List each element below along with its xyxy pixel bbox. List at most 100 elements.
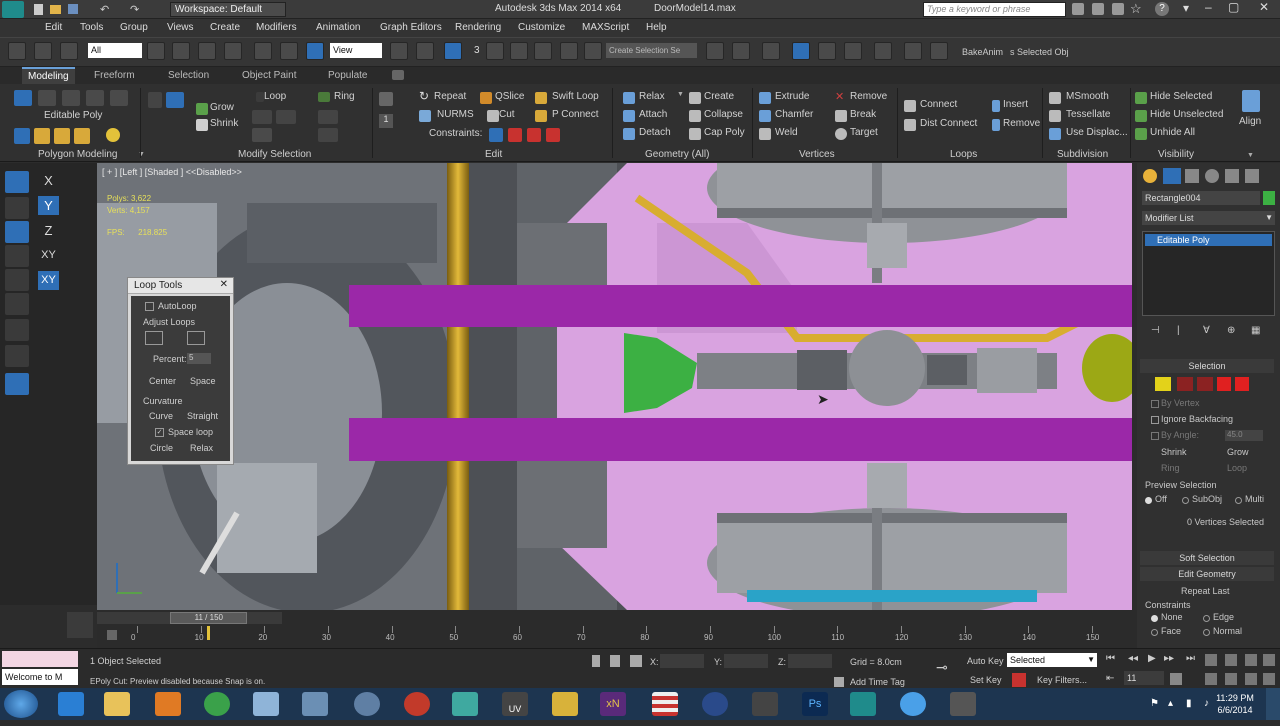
schematic-view-icon[interactable] (844, 42, 862, 60)
zoom-icon[interactable] (1205, 654, 1217, 666)
previous-frame-icon[interactable]: ◂◂ (1128, 653, 1138, 664)
stack-up-icon[interactable] (34, 128, 50, 144)
snap-endpoint-icon[interactable] (5, 319, 29, 341)
select-object-icon[interactable] (147, 42, 165, 60)
shrink-sel-button[interactable]: Shrink (1161, 447, 1187, 457)
object-color-swatch[interactable] (1263, 191, 1275, 205)
time-tag-icon[interactable] (834, 677, 844, 687)
undo-icon[interactable]: ↶ (100, 3, 109, 16)
straight-button[interactable]: Straight (187, 411, 218, 421)
repeat-last-button[interactable]: Repeat Last (1181, 586, 1230, 596)
y-coord-input[interactable] (724, 654, 768, 668)
zoom-extents-all-icon[interactable] (1263, 654, 1275, 666)
create-button[interactable]: Create (704, 91, 734, 102)
show-desktop-button[interactable] (1266, 688, 1280, 720)
unhide-all-button[interactable]: Unhide All (1150, 127, 1195, 138)
windows-start-icon[interactable] (4, 690, 38, 718)
menu-tools[interactable]: Tools (80, 22, 103, 33)
preserve-uvs-icon[interactable] (379, 92, 393, 106)
go-to-start-icon[interactable]: ⏮ (1106, 653, 1115, 664)
cut-button[interactable]: Cut (499, 109, 515, 120)
subscription-icon[interactable] (1092, 3, 1104, 15)
percent-input[interactable]: 5 (187, 353, 211, 364)
menu-customize[interactable]: Customize (518, 22, 565, 33)
time-config-icon[interactable] (1170, 673, 1182, 685)
zoom-all-icon[interactable] (1225, 654, 1237, 666)
menu-modifiers[interactable]: Modifiers (256, 22, 297, 33)
loops-group-label[interactable]: Loops (950, 149, 977, 160)
add-time-tag-button[interactable]: Add Time Tag (850, 677, 905, 687)
weld-button[interactable]: Weld (775, 127, 798, 138)
ring-sel-button[interactable]: Ring (1161, 463, 1180, 473)
constraint-edge-radio[interactable] (1203, 615, 1210, 622)
edit-group-label[interactable]: Edit (485, 149, 502, 160)
window-crossing-icon[interactable] (224, 42, 242, 60)
constraint-none-radio[interactable] (1151, 615, 1158, 622)
menu-graph-editors[interactable]: Graph Editors (380, 22, 442, 33)
play-icon[interactable]: ▶ (1148, 653, 1156, 664)
help-icon[interactable]: ? (1155, 2, 1169, 16)
layer-manager-icon[interactable] (762, 42, 780, 60)
loop-right-button[interactable] (187, 331, 205, 345)
qslice-button[interactable]: QSlice (495, 91, 524, 102)
reference-coord-dropdown[interactable]: View (330, 43, 382, 58)
key-filters-button[interactable]: Key Filters... (1037, 675, 1087, 685)
open-icon[interactable] (50, 5, 61, 14)
curve-button[interactable]: Curve (149, 411, 173, 421)
show-end-result-icon[interactable] (74, 128, 90, 144)
extrude-button[interactable]: Extrude (775, 91, 809, 102)
auto-key-button[interactable]: Auto Key (967, 656, 1004, 666)
itunes-icon[interactable] (900, 692, 926, 716)
remove-modifier-icon[interactable]: ⊕ (1227, 325, 1235, 336)
edge-sel-icon[interactable] (1177, 377, 1193, 391)
polygon-modeling-group-label[interactable]: Polygon Modeling (38, 149, 118, 160)
firefox-icon[interactable] (404, 692, 430, 716)
minimize-window-button[interactable]: – (1205, 0, 1212, 14)
tab-populate[interactable]: Populate (328, 70, 367, 81)
snap-pivot-icon[interactable] (5, 245, 29, 267)
motion-tab-icon[interactable] (1205, 169, 1219, 183)
shrink-icon[interactable] (196, 119, 208, 131)
nurms-button[interactable]: NURMS (437, 109, 474, 120)
lock-selection-icon[interactable] (610, 655, 620, 667)
maxscript-listener-top[interactable] (2, 651, 78, 667)
modify-mode-icon[interactable] (106, 128, 120, 142)
edit-spinner[interactable]: 1 (379, 114, 393, 128)
dist-connect-button[interactable]: Dist Connect (920, 118, 977, 129)
select-by-name-icon[interactable] (172, 42, 190, 60)
by-angle-checkbox[interactable] (1151, 432, 1159, 440)
minimize-icon[interactable]: ▾ (1183, 1, 1189, 15)
manipulate-icon[interactable] (416, 42, 434, 60)
viewport-scene[interactable] (97, 163, 1132, 610)
modifier-list-dropdown[interactable]: Modifier List ▼ (1142, 211, 1275, 225)
hierarchy-tab-icon[interactable] (1185, 169, 1199, 183)
menu-edit[interactable]: Edit (45, 22, 62, 33)
graphite-ribbon-icon[interactable] (792, 42, 810, 60)
z-coord-input[interactable] (788, 654, 832, 668)
display-tab-icon[interactable] (1225, 169, 1239, 183)
axis-x-button[interactable]: X (38, 171, 59, 190)
align-dropdown-icon[interactable]: ▼ (1247, 152, 1254, 159)
align-icon[interactable] (1242, 90, 1260, 112)
soft-selection-rollout-header[interactable]: Soft Selection (1140, 551, 1274, 565)
snap-toggle[interactable]: 3 (474, 45, 480, 56)
modify-tab-icon[interactable] (1163, 168, 1181, 184)
loop-tools-title[interactable]: Loop Tools ✕ (128, 278, 233, 294)
tab-selection[interactable]: Selection (168, 70, 209, 81)
window-icon[interactable] (302, 692, 328, 716)
circle-button[interactable]: Circle (150, 443, 173, 453)
close-window-button[interactable]: ✕ (1250, 0, 1278, 17)
use-soft-selection-icon[interactable] (14, 128, 30, 144)
workspace-dropdown[interactable]: Workspace: Default (170, 2, 286, 17)
connect-button[interactable]: Connect (920, 99, 957, 110)
mirror-icon[interactable] (706, 42, 724, 60)
tab-modeling[interactable]: Modeling (22, 67, 75, 84)
bake-anim-label[interactable]: BakeAnim (962, 47, 1003, 57)
grow-icon[interactable] (196, 103, 208, 115)
utilities-tab-icon[interactable] (1245, 169, 1259, 183)
axis-z-button[interactable]: Z (38, 221, 59, 240)
menu-help[interactable]: Help (646, 22, 667, 33)
ring-button[interactable]: Ring (334, 91, 355, 102)
snap-grid-icon[interactable] (5, 269, 29, 291)
selection-rollout-header[interactable]: Selection (1140, 359, 1274, 373)
